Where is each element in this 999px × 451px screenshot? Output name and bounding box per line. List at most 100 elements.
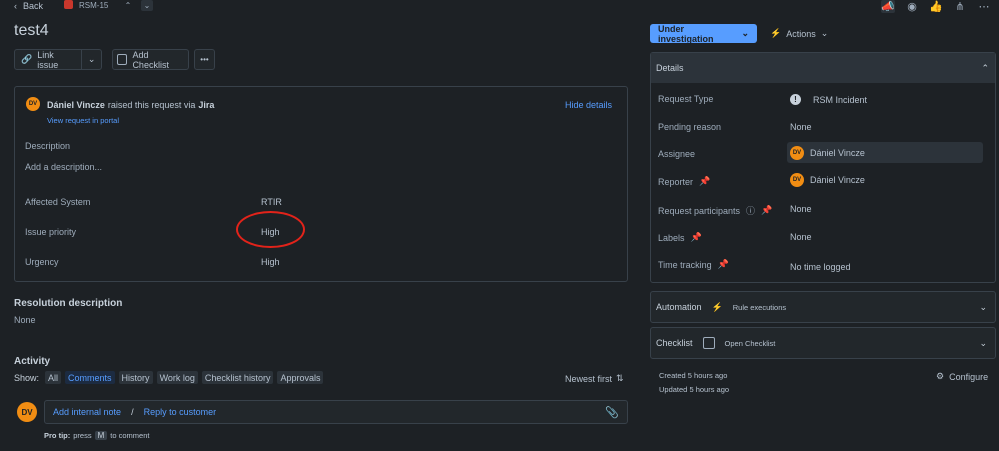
issue-key-link[interactable]: RSM-15 (79, 1, 108, 10)
details-heading: Details (656, 63, 684, 73)
row-label-request-type: Request Type (658, 94, 714, 104)
created-timestamp: Created 5 hours ago (659, 371, 728, 380)
labels-label: Labels (658, 232, 685, 243)
request-type-value[interactable]: ! RSM Incident (790, 94, 867, 105)
add-checklist-label: Add Checklist (132, 49, 169, 70)
time-tracking-value[interactable]: No time logged (790, 262, 851, 272)
chevron-down-icon: ⌄ (820, 28, 829, 38)
filter-all[interactable]: All (45, 371, 62, 384)
lightning-icon: ⚡ (711, 301, 723, 312)
activity-heading: Activity (14, 356, 51, 367)
reporter-value[interactable]: DV Dániel Vincze (790, 173, 865, 187)
avatar: DV (790, 146, 804, 160)
paperclip-icon[interactable]: 📎 (605, 406, 619, 419)
protip-bold: Pro tip: (44, 431, 71, 440)
avatar: DV (17, 402, 37, 422)
via-channel: Jira (198, 100, 215, 110)
pin-icon[interactable]: 📌 (761, 205, 772, 216)
view-request-portal-link[interactable]: View request in portal (47, 116, 119, 125)
add-internal-note-link[interactable]: Add internal note (53, 407, 121, 417)
megaphone-icon[interactable]: 📣 (881, 0, 895, 13)
reporter-name: Dániel Vincze (810, 175, 865, 185)
checklist-panel[interactable]: Checklist Open Checklist ⌄ (650, 327, 996, 359)
pending-reason-value[interactable]: None (790, 122, 812, 132)
updated-timestamp: Updated 5 hours ago (659, 385, 730, 394)
protip-rest: to comment (110, 431, 150, 440)
pin-icon[interactable]: 📌 (718, 259, 729, 270)
field-value-affected-system[interactable]: RTIR (261, 197, 282, 207)
checklist-label: Checklist (656, 338, 693, 348)
eye-icon[interactable]: ◉ (905, 0, 919, 13)
status-dropdown[interactable]: Under investigation ⌄ (650, 23, 757, 44)
info-icon[interactable]: ⓘ (746, 204, 755, 217)
info-icon: ! (790, 94, 801, 105)
comment-box[interactable]: Add internal note / Reply to customer 📎 (44, 400, 628, 424)
more-actions-button[interactable]: ••• (194, 49, 215, 70)
assignee-value[interactable]: DV Dániel Vincze (790, 146, 865, 160)
share-icon[interactable]: ⋔ (953, 0, 967, 13)
configure-label: Configure (949, 371, 989, 382)
previous-issue-button[interactable]: ⌃ (122, 0, 134, 11)
description-field[interactable]: Add a description... (25, 162, 102, 172)
resolution-heading: Resolution description (14, 298, 123, 309)
request-participants-value[interactable]: None (790, 204, 812, 214)
reply-to-customer-link[interactable]: Reply to customer (144, 407, 217, 417)
automation-panel[interactable]: Automation ⚡ Rule executions ⌄ (650, 291, 996, 323)
chevron-up-icon: ⌃ (124, 1, 132, 10)
gear-icon: ⚙ (936, 371, 945, 381)
details-panel (650, 52, 996, 283)
more-icon: ••• (200, 55, 209, 64)
actions-dropdown[interactable]: ⚡ Actions ⌄ (770, 24, 828, 43)
chevron-down-icon: ⌄ (143, 1, 151, 10)
row-label-reporter: Reporter 📌 (658, 176, 710, 187)
project-icon (64, 0, 73, 9)
issue-title[interactable]: test4 (14, 22, 49, 40)
row-label-request-participants: Request participants ⓘ 📌 (658, 204, 772, 217)
status-label: Under investigation (658, 23, 714, 44)
pin-icon[interactable]: 📌 (699, 176, 710, 187)
chevron-up-icon: ⌃ (981, 62, 989, 73)
reporter-name[interactable]: Dániel Vincze (47, 100, 105, 110)
link-issue-button[interactable]: 🔗 Link issue ⌄ (14, 49, 102, 70)
field-label-affected-system: Affected System (25, 197, 91, 207)
checkbox-icon (702, 337, 715, 349)
pro-tip: Pro tip: press M to comment (44, 431, 149, 440)
filter-approvals[interactable]: Approvals (277, 371, 324, 384)
add-checklist-button[interactable]: Add Checklist (112, 49, 189, 70)
chevron-down-icon: ⌄ (979, 301, 987, 312)
field-label-urgency: Urgency (25, 257, 59, 267)
thumbs-up-icon[interactable]: 👍 (929, 0, 943, 13)
configure-button[interactable]: ⚙ Configure (936, 371, 988, 382)
link-icon: 🔗 (21, 54, 33, 64)
link-issue-dropdown[interactable]: ⌄ (81, 50, 101, 69)
filter-checklist-history[interactable]: Checklist history (201, 371, 274, 384)
avatar: DV (790, 173, 804, 187)
request-type-label: RSM Incident (813, 94, 868, 105)
filter-history[interactable]: History (118, 371, 153, 384)
sort-label: Newest first (565, 373, 613, 384)
priority-highlight-annotation (236, 211, 305, 248)
chevron-down-icon: ⌄ (741, 28, 749, 38)
details-panel-header[interactable]: Details ⌃ (651, 53, 995, 83)
row-label-labels: Labels 📌 (658, 232, 702, 243)
more-icon[interactable]: ⋯ (977, 0, 991, 13)
labels-value[interactable]: None (790, 232, 812, 242)
next-issue-button[interactable]: ⌄ (141, 0, 153, 11)
filter-comments[interactable]: Comments (65, 371, 115, 384)
request-participants-label: Request participants (658, 205, 741, 216)
resolution-value[interactable]: None (14, 315, 36, 325)
protip-press: press (73, 431, 92, 440)
filter-work-log[interactable]: Work log (156, 371, 198, 384)
back-button[interactable]: ‹ Back (14, 0, 43, 12)
pin-icon[interactable]: 📌 (691, 232, 702, 243)
sort-toggle[interactable]: Newest first ⇅ (565, 373, 624, 384)
raised-text: raised this request via (107, 100, 196, 110)
link-issue-label: Link issue (37, 49, 59, 70)
protip-key: M (94, 431, 108, 440)
hide-details-link[interactable]: Hide details (565, 100, 612, 110)
lightning-icon: ⚡ (770, 28, 782, 38)
automation-label: Automation (656, 302, 702, 312)
field-value-urgency[interactable]: High (261, 257, 280, 267)
actions-label: Actions (786, 28, 816, 39)
chevron-down-icon: ⌄ (979, 337, 987, 348)
